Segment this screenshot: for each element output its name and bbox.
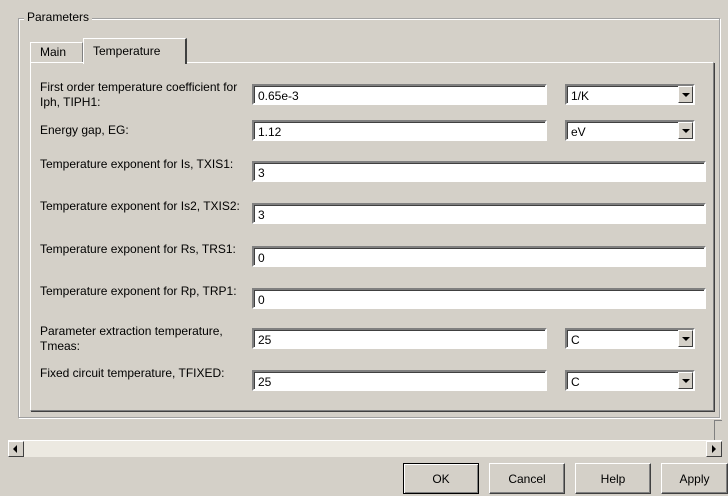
parameters-group-title: Parameters <box>24 10 93 24</box>
arrow-right-icon[interactable] <box>706 441 722 457</box>
txis1-input[interactable]: 3 <box>252 161 706 182</box>
param-label-txis2: Temperature exponent for Is2, TXIS2: <box>40 199 240 213</box>
param-row-trs1: Temperature exponent for Rs, TRS1: 0 <box>40 240 710 274</box>
vertical-scrollbar-stub[interactable] <box>714 420 722 440</box>
param-row-eg: Energy gap, EG: 1.12 eV <box>40 114 710 148</box>
param-row-txis1: Temperature exponent for Is, TXIS1: 3 <box>40 155 710 189</box>
chevron-down-icon[interactable] <box>678 86 693 103</box>
eg-unit-select[interactable]: eV <box>565 120 695 141</box>
txis2-input[interactable]: 3 <box>252 203 706 224</box>
param-row-tfixed: Fixed circuit temperature, TFIXED: 25 C <box>40 364 710 398</box>
chevron-down-icon[interactable] <box>678 330 693 347</box>
param-row-txis2: Temperature exponent for Is2, TXIS2: 3 <box>40 197 710 231</box>
param-row-tiph1: First order temperature coefficient for … <box>40 78 710 112</box>
tfixed-unit-select[interactable]: C <box>565 370 695 391</box>
param-row-trp1: Temperature exponent for Rp, TRP1: 0 <box>40 282 710 316</box>
chevron-down-icon[interactable] <box>678 372 693 389</box>
param-label-trs1: Temperature exponent for Rs, TRS1: <box>40 242 236 256</box>
tiph1-unit-value: 1/K <box>571 89 590 103</box>
cancel-button[interactable]: Cancel <box>489 463 565 494</box>
chevron-down-icon[interactable] <box>678 122 693 139</box>
tmeas-unit-value: C <box>571 333 580 347</box>
eg-unit-value: eV <box>571 125 586 139</box>
apply-button[interactable]: Apply <box>661 463 728 494</box>
tiph1-unit-select[interactable]: 1/K <box>565 84 695 105</box>
tfixed-input[interactable]: 25 <box>252 370 547 391</box>
param-label-tiph1: First order temperature coefficient for … <box>40 80 238 109</box>
trs1-input[interactable]: 0 <box>252 246 706 267</box>
ok-button[interactable]: OK <box>403 463 479 494</box>
horizontal-scrollbar[interactable] <box>8 440 722 457</box>
help-button[interactable]: Help <box>575 463 651 494</box>
param-label-tmeas: Parameter extraction temperature, Tmeas: <box>40 324 223 353</box>
param-row-tmeas: Parameter extraction temperature, Tmeas:… <box>40 322 710 356</box>
param-label-tfixed: Fixed circuit temperature, TFIXED: <box>40 366 225 380</box>
tmeas-input[interactable]: 25 <box>252 328 547 349</box>
tiph1-input[interactable]: 0.65e-3 <box>252 84 547 105</box>
trp1-input[interactable]: 0 <box>252 288 706 309</box>
param-label-eg: Energy gap, EG: <box>40 123 129 137</box>
eg-input[interactable]: 1.12 <box>252 120 547 141</box>
param-label-txis1: Temperature exponent for Is, TXIS1: <box>40 157 234 171</box>
tfixed-unit-value: C <box>571 375 580 389</box>
tmeas-unit-select[interactable]: C <box>565 328 695 349</box>
tab-temperature[interactable]: Temperature <box>83 38 187 64</box>
tab-main[interactable]: Main <box>30 42 83 63</box>
arrow-left-icon[interactable] <box>8 441 24 457</box>
param-label-trp1: Temperature exponent for Rp, TRP1: <box>40 284 237 298</box>
